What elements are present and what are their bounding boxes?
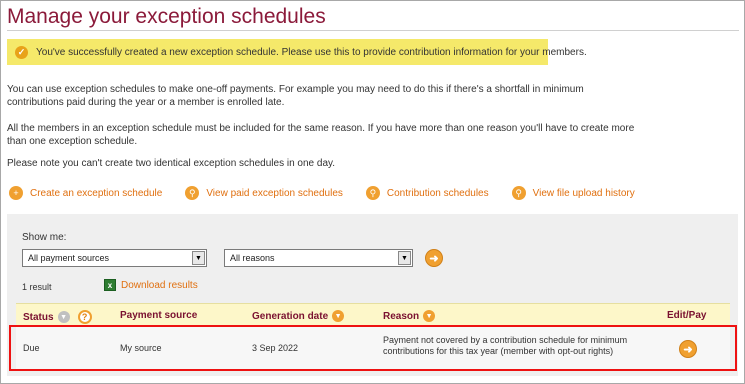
reason-select[interactable]: All reasons ▼ xyxy=(224,249,413,267)
page-title: Manage your exception schedules xyxy=(7,5,326,28)
info-text-line: contributions paid during the year or a … xyxy=(7,97,285,108)
excel-icon: x xyxy=(104,279,116,291)
info-text-line: You can use exception schedules to make … xyxy=(7,84,584,95)
sort-icon[interactable]: ▼ xyxy=(57,311,70,323)
info-paragraph-3: Please note you can't create two identic… xyxy=(7,157,335,170)
result-count: 1 result xyxy=(22,282,52,292)
success-message: You've successfully created a new except… xyxy=(36,46,587,58)
header-label: Payment source xyxy=(120,310,198,321)
magnifier-icon: ⚲ xyxy=(185,186,200,200)
title-divider xyxy=(7,30,739,31)
success-banner: ✓ You've successfully created a new exce… xyxy=(7,39,587,65)
table-row: Due My source 3 Sep 2022 Payment not cov… xyxy=(16,327,730,371)
magnifier-icon: ⚲ xyxy=(365,186,380,200)
action-label: View file upload history xyxy=(532,187,635,199)
status-header[interactable]: Status ▼ ? xyxy=(23,310,92,324)
info-paragraph-2: All the members in an exception schedule… xyxy=(7,122,634,148)
reason-line: contributions for this tax year (member … xyxy=(383,346,614,356)
download-label: Download results xyxy=(121,279,198,291)
action-label: Contribution schedules xyxy=(386,187,489,199)
header-label: Reason xyxy=(383,310,420,322)
action-label: View paid exception schedules xyxy=(206,187,343,199)
info-paragraph-1: You can use exception schedules to make … xyxy=(7,83,584,109)
reason-line: Payment not covered by a contribution sc… xyxy=(383,335,628,345)
show-me-label: Show me: xyxy=(22,232,67,243)
info-text-line: Please note you can't create two identic… xyxy=(7,158,336,169)
payment-source-value: All payment sources xyxy=(28,253,110,263)
info-text-line: All the members in an exception schedule… xyxy=(7,123,635,134)
generation-date-header[interactable]: Generation date ▼ xyxy=(252,310,345,322)
help-icon[interactable]: ? xyxy=(77,310,92,324)
arrow-right-icon: ➜ xyxy=(683,343,693,356)
header-label: Status xyxy=(23,311,54,323)
sort-icon[interactable]: ▼ xyxy=(423,310,436,322)
status-cell: Due xyxy=(23,343,40,353)
create-exception-schedule-link[interactable]: + Create an exception schedule xyxy=(9,186,162,200)
payment-source-select[interactable]: All payment sources ▼ xyxy=(22,249,207,267)
edit-pay-header: Edit/Pay xyxy=(667,310,706,321)
chevron-down-icon: ▼ xyxy=(398,251,411,265)
results-panel: Show me: All payment sources ▼ All reaso… xyxy=(7,214,738,376)
view-file-upload-history-link[interactable]: ⚲ View file upload history xyxy=(511,186,635,200)
action-label: Create an exception schedule xyxy=(30,187,163,199)
reason-value: All reasons xyxy=(230,253,275,263)
plus-icon: + xyxy=(9,186,23,200)
payment-source-cell: My source xyxy=(120,343,162,353)
chevron-down-icon: ▼ xyxy=(192,251,205,265)
payment-source-header: Payment source xyxy=(120,310,197,321)
apply-filter-button[interactable]: ➜ xyxy=(425,249,443,267)
contribution-schedules-link[interactable]: ⚲ Contribution schedules xyxy=(365,186,489,200)
check-icon: ✓ xyxy=(15,45,28,59)
sort-icon[interactable]: ▼ xyxy=(332,310,345,322)
arrow-right-icon: ➜ xyxy=(429,252,439,265)
header-label: Generation date xyxy=(252,310,329,322)
info-text-line: than one exception schedule. xyxy=(7,136,138,147)
magnifier-icon: ⚲ xyxy=(511,186,526,200)
action-links: + Create an exception schedule ⚲ View pa… xyxy=(9,186,658,200)
table-header: Status ▼ ? Payment source Generation dat… xyxy=(16,303,730,327)
generation-date-cell: 3 Sep 2022 xyxy=(252,343,299,353)
header-label: Edit/Pay xyxy=(667,310,707,321)
edit-pay-button[interactable]: ➜ xyxy=(679,340,697,358)
view-paid-exception-schedules-link[interactable]: ⚲ View paid exception schedules xyxy=(185,186,343,200)
reason-cell: Payment not covered by a contribution sc… xyxy=(383,335,627,357)
reason-header[interactable]: Reason ▼ xyxy=(383,310,436,322)
download-results-link[interactable]: x Download results xyxy=(104,279,198,291)
